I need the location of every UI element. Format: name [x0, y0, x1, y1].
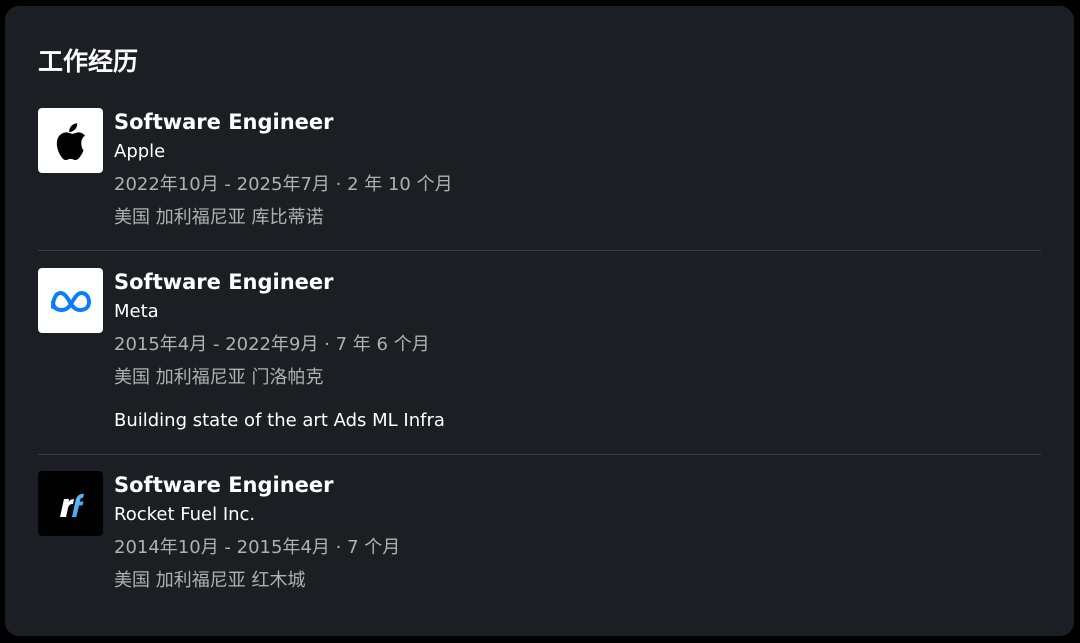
experience-info: Software Engineer Meta 2015年4月 - 2022年9月… — [114, 268, 1041, 433]
experience-card: 工作经历 Software Engineer Apple 2022年10月 - … — [5, 6, 1074, 636]
employment-dates: 2014年10月 - 2015年4月 · 7 个月 — [114, 537, 401, 558]
company-name[interactable]: Meta — [114, 300, 1041, 333]
job-location: 美国 加利福尼亚 库比蒂诺 — [114, 207, 324, 228]
divider — [38, 250, 1041, 251]
employment-dates: 2015年4月 - 2022年9月 · 7 年 6 个月 — [114, 334, 430, 355]
job-title: Software Engineer — [114, 270, 334, 294]
company-name[interactable]: Apple — [114, 140, 1041, 173]
job-location: 美国 加利福尼亚 门洛帕克 — [114, 367, 324, 388]
apple-logo-icon[interactable] — [38, 108, 103, 173]
job-description: Building state of the art Ads ML Infra — [114, 410, 445, 431]
job-title: Software Engineer — [114, 473, 334, 497]
job-title: Software Engineer — [114, 110, 334, 134]
job-location: 美国 加利福尼亚 红木城 — [114, 570, 306, 591]
meta-logo-icon[interactable] — [38, 268, 103, 333]
experience-info: Software Engineer Rocket Fuel Inc. 2014年… — [114, 471, 1041, 602]
company-name[interactable]: Rocket Fuel Inc. — [114, 503, 1041, 536]
rocket-fuel-logo-icon[interactable] — [38, 471, 103, 536]
experience-info: Software Engineer Apple 2022年10月 - 2025年… — [114, 108, 1041, 239]
divider — [38, 454, 1041, 455]
section-title: 工作经历 — [38, 47, 139, 76]
employment-dates: 2022年10月 - 2025年7月 · 2 年 10 个月 — [114, 174, 453, 195]
